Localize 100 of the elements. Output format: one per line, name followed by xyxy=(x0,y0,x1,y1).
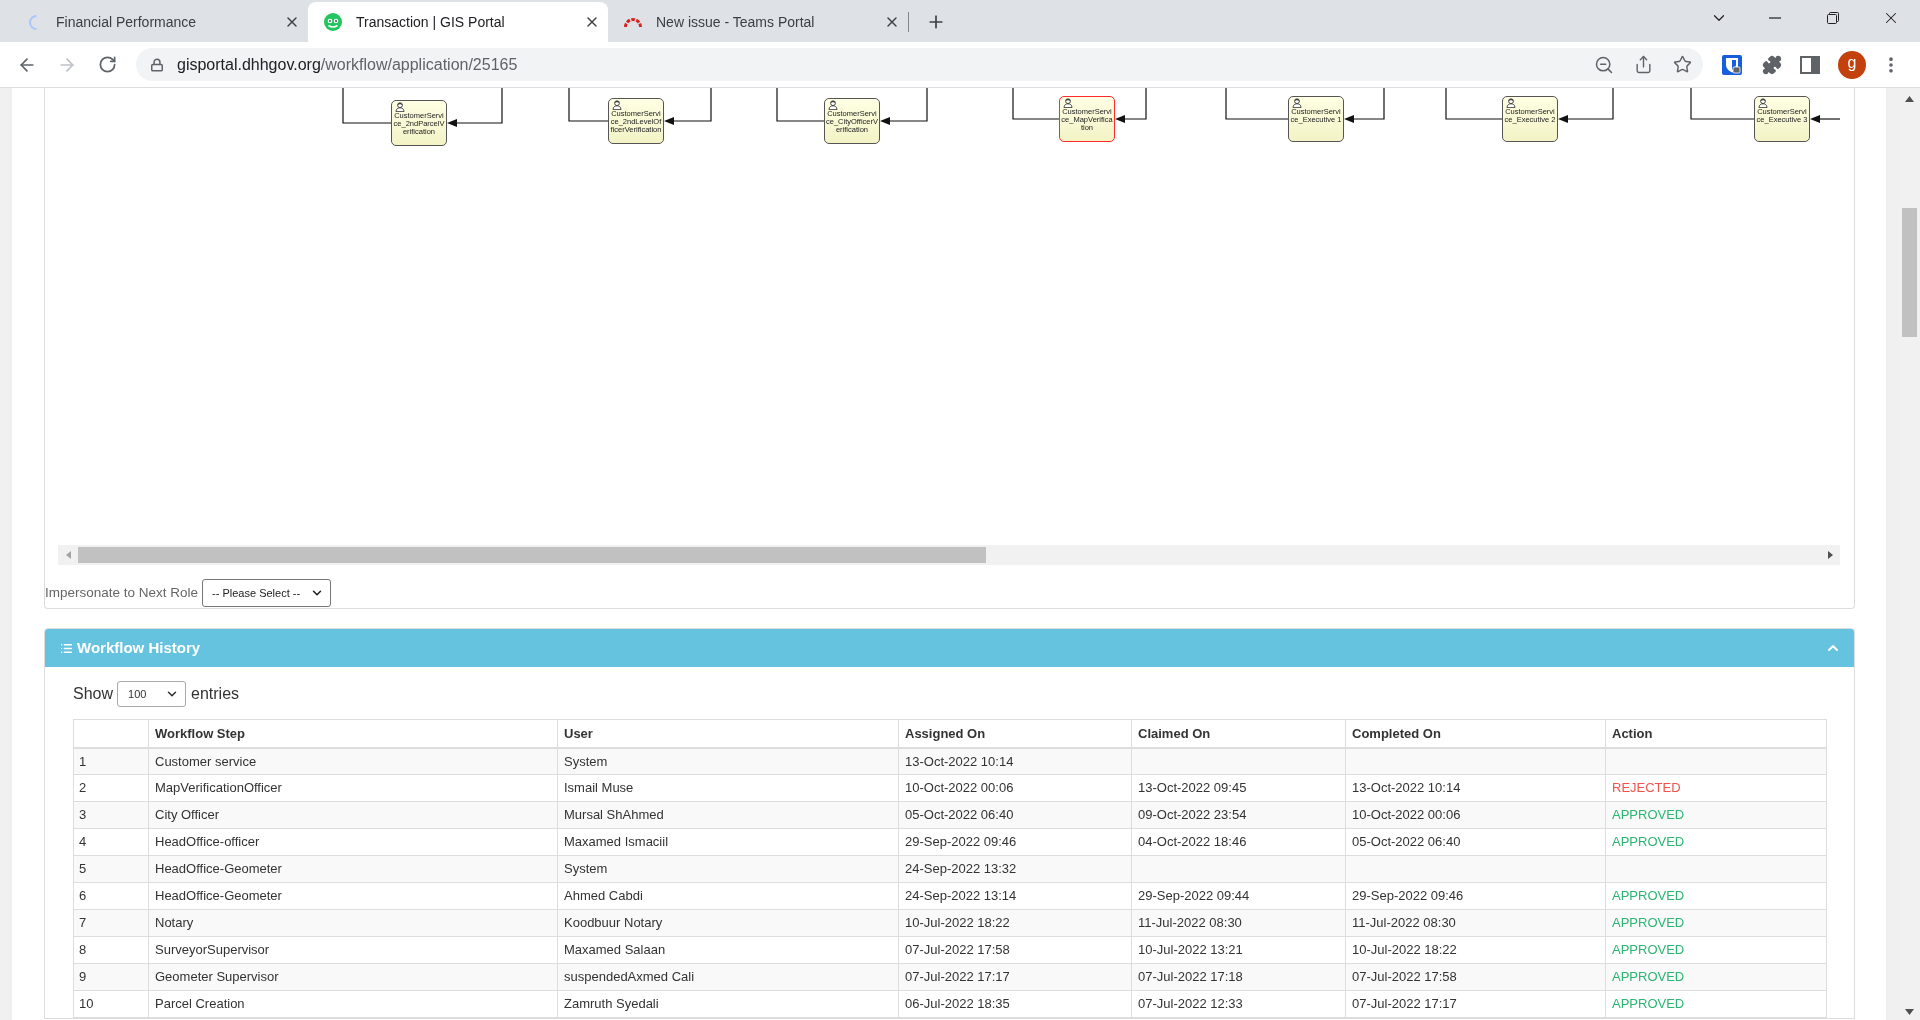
smiley-logo-icon xyxy=(324,13,342,31)
table-cell: System xyxy=(557,747,899,775)
browser-tab[interactable]: Financial Performance xyxy=(8,2,308,42)
column-header: Action xyxy=(1605,719,1827,748)
table-cell: 13-Oct-2022 09:45 xyxy=(1131,774,1346,802)
table-cell: 07-Jul-2022 17:17 xyxy=(898,963,1132,991)
address-bar[interactable]: gisportal.dhhgov.org/workflow/application/25165 xyxy=(136,48,1703,81)
browser-tab[interactable]: New issue - Teams Portal xyxy=(608,2,908,42)
table-cell: 05-Oct-2022 06:40 xyxy=(1345,828,1606,856)
table-cell: 10-Jul-2022 18:22 xyxy=(1345,936,1606,964)
scrollbar-thumb[interactable] xyxy=(1902,208,1917,337)
table-cell: 8 xyxy=(73,936,149,964)
table-cell: 29-Sep-2022 09:46 xyxy=(898,828,1132,856)
table-cell: 2 xyxy=(73,774,149,802)
table-cell: 1 xyxy=(73,747,149,775)
scroll-right-icon[interactable] xyxy=(1827,551,1833,559)
table-cell: APPROVED xyxy=(1605,909,1827,937)
show-label: Show xyxy=(73,684,114,704)
table-cell: 9 xyxy=(73,963,149,991)
table-cell: 24-Sep-2022 13:14 xyxy=(898,882,1132,910)
table-cell: 5 xyxy=(73,855,149,883)
table-cell: 3 xyxy=(73,801,149,829)
connector-arrow xyxy=(1810,115,1840,123)
table-cell: 07-Jul-2022 17:58 xyxy=(898,936,1132,964)
star-icon[interactable] xyxy=(1673,55,1692,74)
table-cell: APPROVED xyxy=(1605,936,1827,964)
table-cell: APPROVED xyxy=(1605,828,1827,856)
table-cell: Koodbuur Notary xyxy=(557,909,899,937)
profile-avatar[interactable]: g xyxy=(1838,50,1866,79)
table-cell: REJECTED xyxy=(1605,774,1827,802)
table-cell: 4 xyxy=(73,828,149,856)
impersonate-label: Impersonate to Next Role xyxy=(45,583,199,602)
loading-spinner-icon xyxy=(29,14,37,30)
reload-icon[interactable] xyxy=(98,55,117,74)
table-cell: 07-Jul-2022 17:17 xyxy=(1345,990,1606,1018)
browser-tab[interactable]: Transaction | GIS Portal xyxy=(308,2,608,42)
table-cell: Mursal ShAhmed xyxy=(557,801,899,829)
table-cell: APPROVED xyxy=(1605,801,1827,829)
lock-icon[interactable] xyxy=(150,57,164,72)
connector-line xyxy=(776,88,825,122)
restore-icon[interactable] xyxy=(1827,12,1839,24)
table-cell: 04-Oct-2022 18:46 xyxy=(1131,828,1346,856)
table-cell: 13-Oct-2022 10:14 xyxy=(898,747,1132,775)
table-cell: 24-Sep-2022 13:32 xyxy=(898,855,1132,883)
connector-line xyxy=(1225,88,1289,120)
entries-select[interactable]: 100 xyxy=(117,681,187,707)
table-cell: 10-Jul-2022 18:22 xyxy=(898,909,1132,937)
table-cell: 10 xyxy=(73,990,149,1018)
panel-title: Workflow History xyxy=(77,637,201,658)
table-cell: Maxamed Salaan xyxy=(557,936,899,964)
table-cell: 13-Oct-2022 10:14 xyxy=(1345,774,1606,802)
table-cell: 10-Oct-2022 00:06 xyxy=(898,774,1132,802)
person-icon xyxy=(1758,98,1768,108)
table-cell: 07-Jul-2022 17:18 xyxy=(1131,963,1346,991)
table-cell: 05-Oct-2022 06:40 xyxy=(898,801,1132,829)
connector-line xyxy=(1690,88,1755,120)
table-cell: Geometer Supervisor xyxy=(148,963,558,991)
table-cell: Customer service xyxy=(148,747,558,775)
table-cell: Ahmed Cabdi xyxy=(557,882,899,910)
entries-label: entries xyxy=(191,684,240,704)
person-icon xyxy=(828,100,838,110)
connector-line xyxy=(342,88,392,124)
share-icon[interactable] xyxy=(1634,55,1653,74)
table-cell: suspendedAxmed Cali xyxy=(557,963,899,991)
table-cell: Maxamed Ismaciil xyxy=(557,828,899,856)
person-icon xyxy=(395,102,405,112)
connector-line xyxy=(568,88,609,122)
table-cell: 11-Jul-2022 08:30 xyxy=(1345,909,1606,937)
table-cell: 6 xyxy=(73,882,149,910)
side-panel-icon[interactable] xyxy=(1800,55,1820,74)
dashed-arc-logo-icon xyxy=(624,17,642,27)
scroll-down-icon[interactable] xyxy=(1905,1009,1914,1015)
table-cell: APPROVED xyxy=(1605,882,1827,910)
table-cell: 7 xyxy=(73,909,149,937)
table-cell: 07-Jul-2022 12:33 xyxy=(1131,990,1346,1018)
table-cell: Ismail Muse xyxy=(557,774,899,802)
table-cell: 09-Oct-2022 23:54 xyxy=(1131,801,1346,829)
connector-arrow xyxy=(880,88,928,125)
shield-lock-icon[interactable] xyxy=(1722,54,1742,75)
horizontal-scrollbar[interactable] xyxy=(58,545,1840,565)
table-cell: City Officer xyxy=(148,801,558,829)
list-icon xyxy=(60,641,73,655)
table-cell: 29-Sep-2022 09:44 xyxy=(1131,882,1346,910)
connector-arrow xyxy=(1115,88,1147,123)
role-select[interactable]: -- Please Select -- xyxy=(202,579,332,607)
connector-arrow xyxy=(664,88,712,125)
zoom-out-icon[interactable] xyxy=(1594,54,1614,75)
scroll-up-icon[interactable] xyxy=(1905,96,1914,102)
person-icon xyxy=(1506,98,1516,108)
connector-line xyxy=(1012,88,1060,120)
table-cell: SurveyorSupervisor xyxy=(148,936,558,964)
table-cell: 10-Jul-2022 13:21 xyxy=(1131,936,1346,964)
person-icon xyxy=(1292,98,1302,108)
table-cell: HeadOffice-officer xyxy=(148,828,558,856)
table-cell: Parcel Creation xyxy=(148,990,558,1018)
column-header: User xyxy=(557,719,899,748)
puzzle-icon[interactable] xyxy=(1762,54,1782,75)
scrollbar-thumb[interactable] xyxy=(78,547,986,563)
connector-line xyxy=(1445,88,1503,120)
table-cell: 10-Oct-2022 00:06 xyxy=(1345,801,1606,829)
